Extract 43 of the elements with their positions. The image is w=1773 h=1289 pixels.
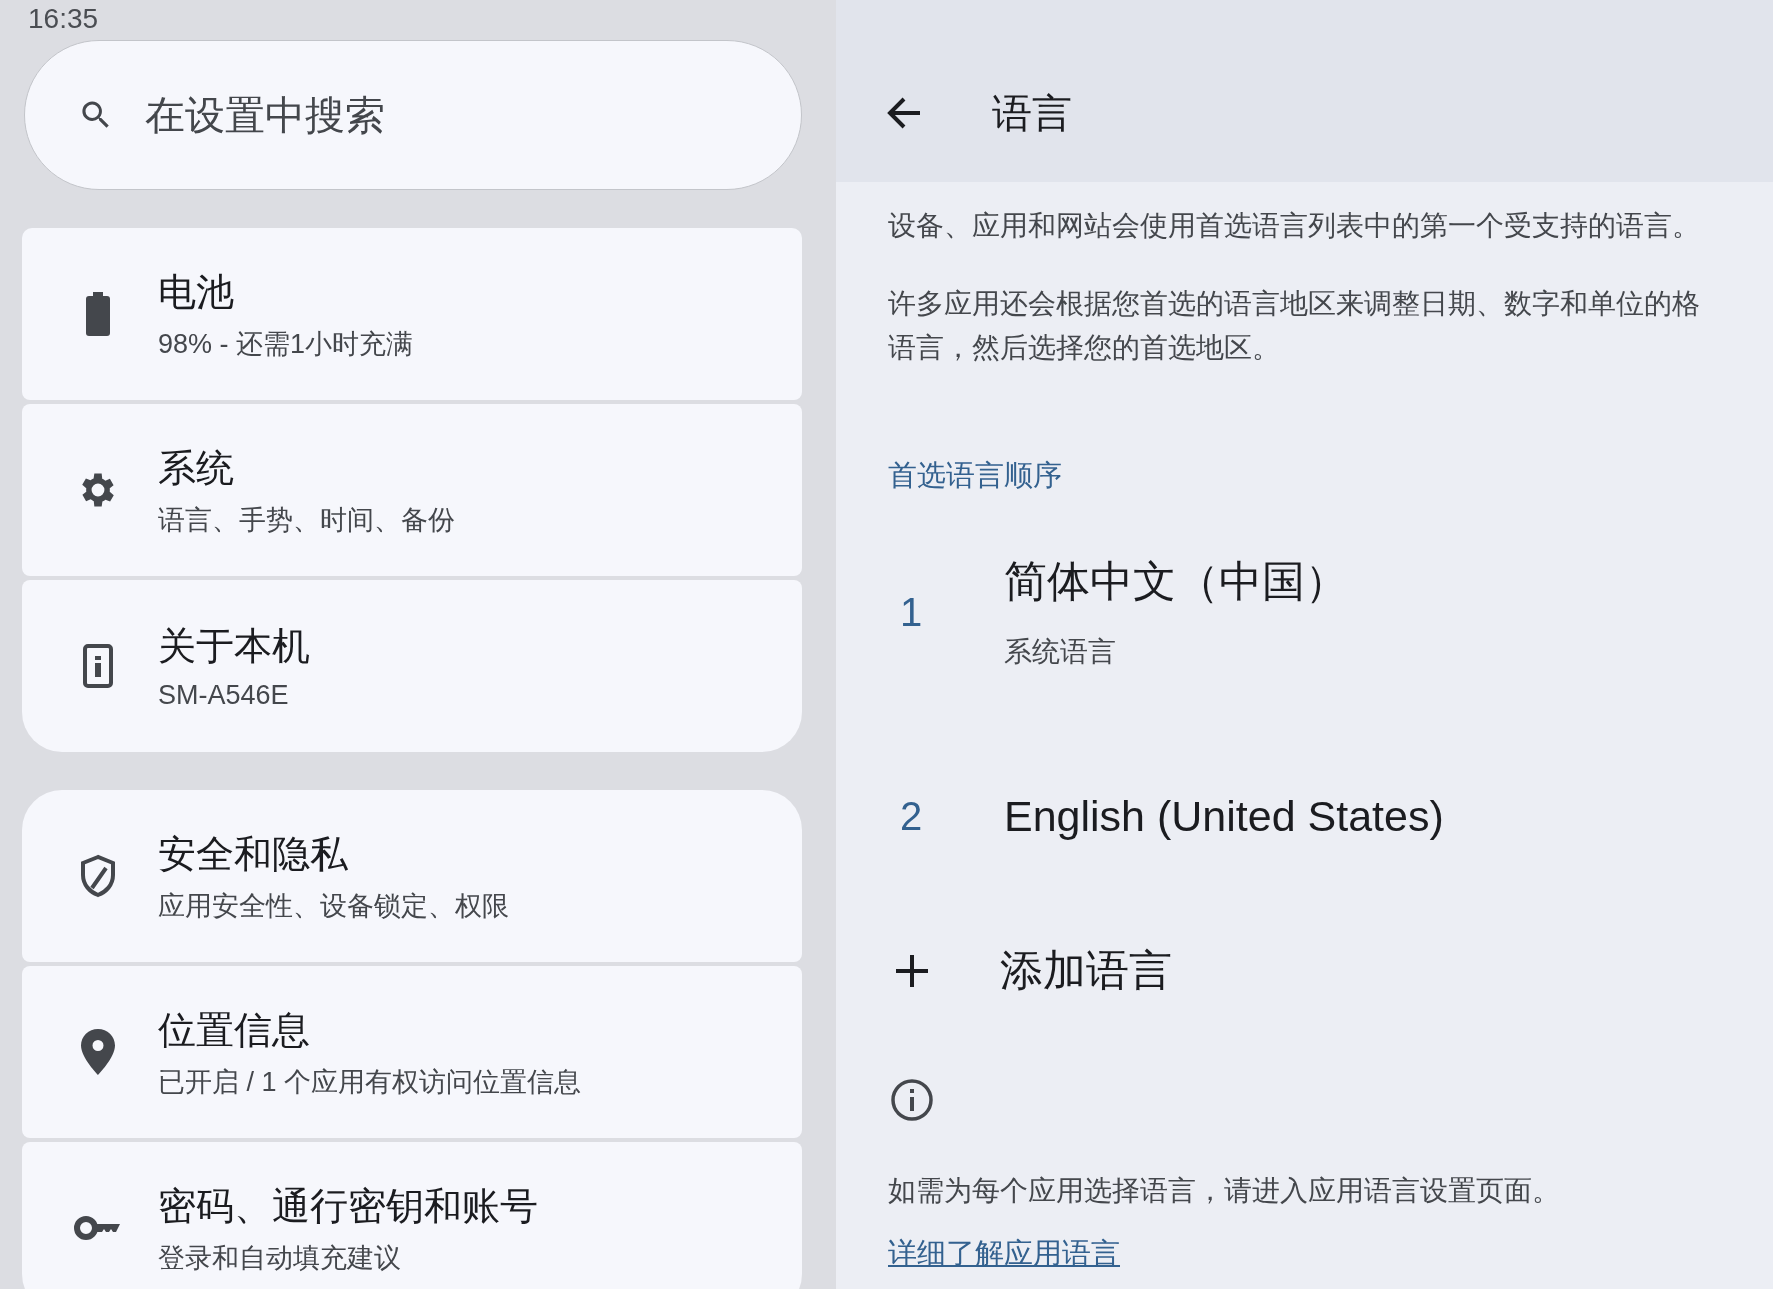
language-name: 简体中文（中国） — [1004, 556, 1348, 607]
language-name: English (United States) — [1004, 791, 1444, 841]
status-time: 16:35 — [27, 2, 99, 32]
settings-item[interactable]: 电池 98% - 还需1小时充满 — [22, 228, 802, 400]
section-header: 首选语言顺序 — [888, 458, 1063, 493]
item-subtitle: SM-A546E — [158, 680, 290, 711]
key-icon — [74, 1214, 122, 1242]
footer-text: 如需为每个应用选择语言，请进入应用语言设置页面。 — [888, 1174, 1561, 1208]
language-order-number: 2 — [899, 793, 924, 839]
description-text: 许多应用还会根据您首选的语言地区来调整日期、数字和单位的格 — [888, 287, 1701, 321]
description-text: 语言，然后选择您的首选地区。 — [888, 331, 1281, 365]
item-subtitle: 应用安全性、设备锁定、权限 — [158, 889, 509, 923]
item-subtitle: 98% - 还需1小时充满 — [158, 327, 414, 361]
item-title: 密码、通行密钥和账号 — [158, 1183, 538, 1229]
item-subtitle: 语言、手势、时间、备份 — [158, 503, 455, 537]
description-text: 设备、应用和网站会使用首选语言列表中的第一个受支持的语言。 — [888, 209, 1701, 243]
item-title: 系统 — [158, 445, 235, 491]
back-arrow-icon — [886, 96, 922, 130]
item-title: 位置信息 — [158, 1007, 311, 1053]
phone-info-icon — [83, 644, 113, 688]
item-title: 电池 — [158, 269, 235, 315]
settings-item[interactable]: 系统 语言、手势、时间、备份 — [22, 404, 802, 576]
location-pin-icon — [81, 1029, 115, 1075]
battery-icon — [86, 292, 110, 336]
item-subtitle: 已开启 / 1 个应用有权访问位置信息 — [158, 1065, 582, 1099]
language-subtitle: 系统语言 — [1004, 635, 1117, 669]
item-title: 安全和隐私 — [158, 831, 349, 877]
settings-item[interactable]: 位置信息 已开启 / 1 个应用有权访问位置信息 — [22, 966, 802, 1138]
info-icon — [890, 1078, 934, 1122]
settings-item[interactable]: 安全和隐私 应用安全性、设备锁定、权限 — [22, 790, 802, 962]
learn-more-link[interactable]: 详细了解应用语言 — [888, 1234, 1120, 1274]
back-button[interactable] — [886, 96, 922, 130]
settings-item[interactable]: 密码、通行密钥和账号 登录和自动填充建议 — [22, 1142, 802, 1289]
shield-icon — [80, 854, 116, 898]
language-item[interactable]: 1 简体中文（中国） 系统语言 — [888, 496, 1773, 728]
item-subtitle: 登录和自动填充建议 — [158, 1241, 402, 1275]
language-item[interactable]: 2 English (United States) — [888, 728, 1773, 904]
search-field[interactable]: 在设置中搜索 — [24, 40, 802, 190]
settings-item[interactable]: 关于本机 SM-A546E — [22, 580, 802, 752]
add-language-button[interactable]: 添加语言 — [888, 904, 1172, 1038]
language-order-number: 1 — [899, 589, 924, 635]
page-title: 语言 — [992, 89, 1072, 137]
item-title: 关于本机 — [158, 624, 310, 669]
